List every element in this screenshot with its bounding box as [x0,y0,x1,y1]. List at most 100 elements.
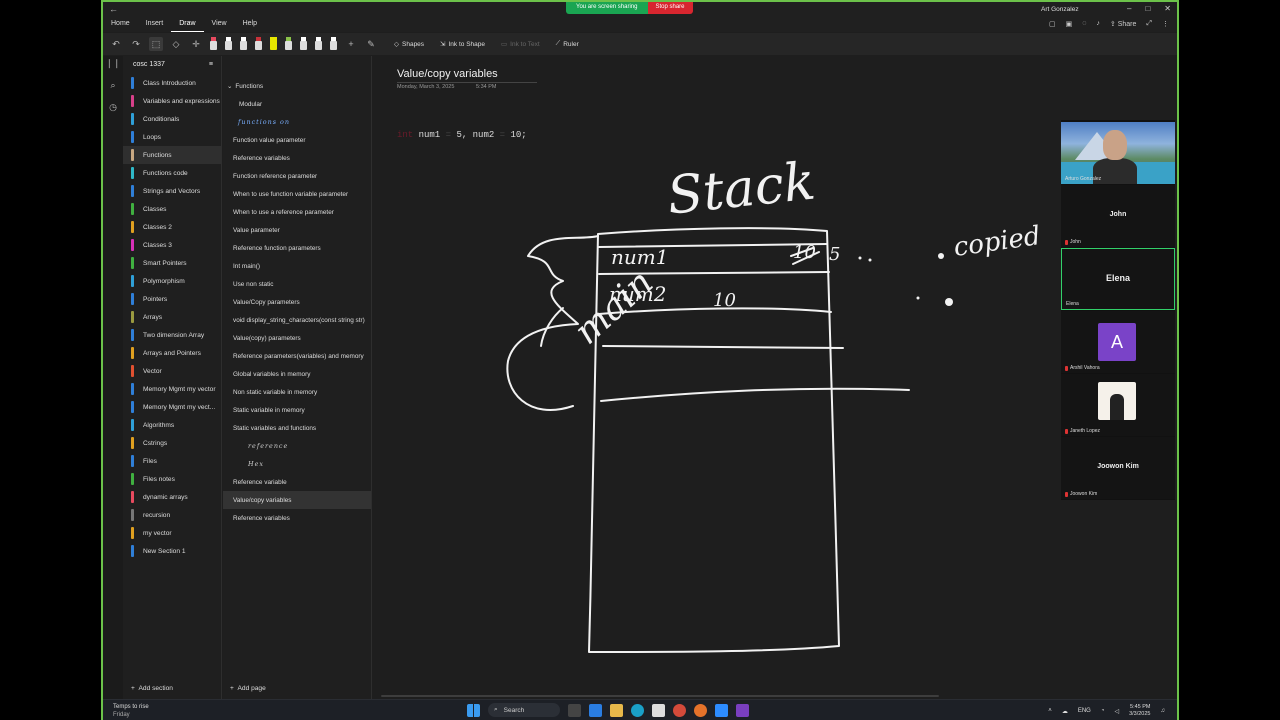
volume-icon[interactable]: ◁ [1114,708,1119,715]
add-pen-icon[interactable]: + [344,37,358,51]
account-name[interactable]: Art Gonzalez [1041,6,1079,13]
page-item[interactable]: Function reference parameter [223,167,371,185]
clock[interactable]: 5:45 PM 3/3/2025 [1129,704,1150,718]
edge-icon[interactable] [631,703,644,717]
highlighter-green-icon[interactable] [284,36,293,52]
page-group-header[interactable]: ⌄ Functions [223,77,371,95]
section-item[interactable]: New Section 1 [123,542,221,560]
share-button[interactable]: ⇪ Share [1110,20,1137,28]
page-canvas[interactable]: Value/copy variables Monday, March 3, 20… [373,56,1060,704]
bell-icon[interactable]: ♪ [1096,20,1100,28]
tab-help[interactable]: Help [235,18,265,32]
page-item[interactable]: functions on [223,113,371,131]
page-item[interactable]: Global variables in memory [223,365,371,383]
language-indicator[interactable]: ENG [1078,708,1091,714]
page-item[interactable]: Reference parameters(variables) and memo… [223,347,371,365]
section-item[interactable]: recursion [123,506,221,524]
add-space-icon[interactable]: ✛ [189,37,203,51]
firefox-icon[interactable] [694,703,707,717]
file-explorer-icon[interactable] [610,703,623,717]
notification-bell-icon[interactable]: ♫ [1161,708,1166,714]
participant-tile-janeth[interactable]: Janeth Lopez [1061,374,1175,436]
section-item[interactable]: Classes [123,200,221,218]
recent-icon[interactable]: ◷ [103,102,123,124]
store-icon[interactable] [652,703,665,717]
minimize-icon[interactable]: – [1127,4,1131,13]
page-item[interactable]: Use non static [223,275,371,293]
shapes-button[interactable]: ◇ Shapes [394,40,424,49]
page-item[interactable]: Static variable in memory [223,401,371,419]
page-item[interactable]: Reference variables [223,509,371,527]
participant-tile-arshil[interactable]: A Arshil Vahora [1061,311,1175,373]
section-item[interactable]: Algorithms [123,416,221,434]
pen-white-5-icon[interactable] [329,36,338,52]
section-item[interactable]: Memory Mgmt my vect... [123,398,221,416]
ink-to-text-button[interactable]: ▭ Ink to Text [501,40,540,49]
section-item[interactable]: Class Introduction [123,74,221,92]
ink-drawing[interactable]: Stack main num1 num2 10 5 10 copied [373,56,1060,704]
add-section-button[interactable]: + Add section [131,685,173,692]
page-item[interactable]: Reference variable [223,473,371,491]
chevron-down-icon[interactable]: ⌄ [227,82,232,90]
onedrive-icon[interactable]: ☁ [1062,708,1068,715]
chevron-up-icon[interactable]: ˄ [1048,708,1052,714]
page-item[interactable]: Function value parameter [223,131,371,149]
participant-tile-arturo[interactable]: Arturo Gonzalez [1061,122,1175,184]
section-item[interactable]: Smart Pointers [123,254,221,272]
highlighter-yellow-icon[interactable] [269,36,278,52]
section-item[interactable]: Pointers [123,290,221,308]
section-item[interactable]: Strings and Vectors [123,182,221,200]
section-item[interactable]: Memory Mgmt my vector [123,380,221,398]
section-item[interactable]: Classes 2 [123,218,221,236]
participant-tile-joowon[interactable]: Joowon Kim Joowon Kim [1061,437,1175,499]
maximize-icon[interactable]: □ [1145,4,1150,13]
section-item[interactable]: Cstrings [123,434,221,452]
page-item[interactable]: When to use a reference parameter [223,203,371,221]
section-item[interactable]: Functions code [123,164,221,182]
page-item[interactable]: Reference variables [223,149,371,167]
search-icon[interactable]: ⌕ [103,80,123,102]
section-item[interactable]: Conditionals [123,110,221,128]
section-item[interactable]: Arrays and Pointers [123,344,221,362]
tab-view[interactable]: View [204,18,235,32]
page-item[interactable]: Static variables and functions [223,419,371,437]
page-item[interactable]: When to use function variable parameter [223,185,371,203]
chrome-icon[interactable] [673,703,686,717]
windows-start-icon[interactable] [467,703,480,717]
section-item[interactable]: Files [123,452,221,470]
onenote-icon[interactable] [736,703,749,717]
section-item[interactable]: Vector [123,362,221,380]
section-item[interactable]: Classes 3 [123,236,221,254]
tab-draw[interactable]: Draw [171,18,204,32]
page-item[interactable]: Hex [223,455,371,473]
section-item[interactable]: Polymorphism [123,272,221,290]
notebook-header[interactable]: cosc 1337 ≡ [123,56,221,74]
eraser-icon[interactable]: ◇ [169,37,183,51]
stop-share-button[interactable]: Stop share [647,2,693,14]
page-item[interactable]: Int main() [223,257,371,275]
close-icon[interactable]: ✕ [1164,4,1171,13]
ruler-button[interactable]: ⟋ Ruler [556,40,579,48]
horizontal-scrollbar[interactable] [381,695,939,697]
page-item[interactable]: void display_string_characters(const str… [223,311,371,329]
back-arrow-icon[interactable]: ← [109,4,118,14]
pen-white-icon[interactable] [224,36,233,52]
pen-red-2-icon[interactable] [254,36,263,52]
page-item[interactable]: Non static variable in memory [223,383,371,401]
section-item[interactable]: Files notes [123,470,221,488]
section-item[interactable]: dynamic arrays [123,488,221,506]
page-item[interactable]: Value/Copy parameters [223,293,371,311]
weather-widget[interactable]: Temps to rise Friday [113,703,149,719]
sticky-notes-icon[interactable]: ▢ [1049,20,1056,28]
pen-white-4-icon[interactable] [314,36,323,52]
lasso-select-icon[interactable]: ⬚ [149,37,163,51]
page-item[interactable]: Value(copy) parameters [223,329,371,347]
page-item[interactable]: Value/copy variables [223,491,371,509]
tab-insert[interactable]: Insert [138,18,172,32]
section-item[interactable]: my vector [123,524,221,542]
redo-icon[interactable]: ↷ [129,37,143,51]
task-view-icon[interactable] [568,703,581,717]
notebooks-nav-icon[interactable]: ❘❘ [103,58,123,80]
section-item[interactable]: Variables and expressions [123,92,221,110]
expand-icon[interactable]: ⤢ [1146,20,1152,28]
